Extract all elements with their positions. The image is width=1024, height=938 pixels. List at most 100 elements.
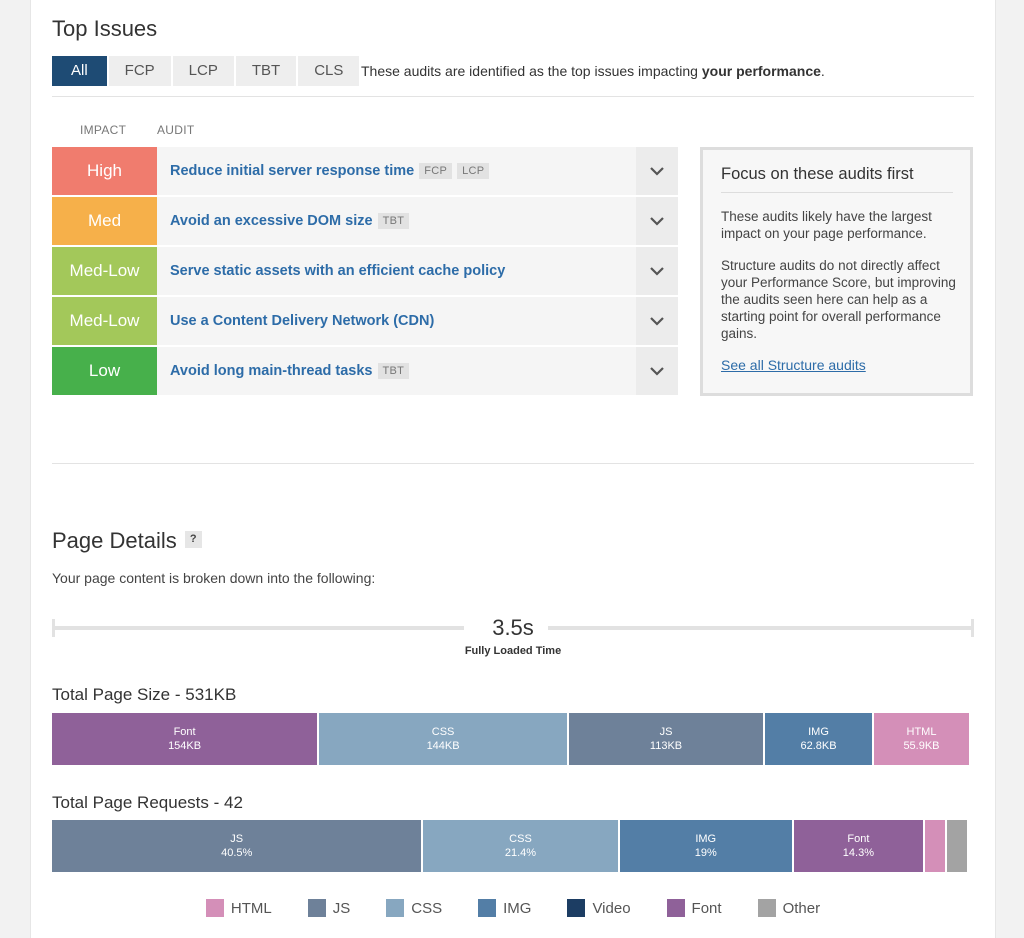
segment-value: 154KB xyxy=(168,740,202,752)
legend-item-video: Video xyxy=(567,899,631,917)
help-icon[interactable]: ? xyxy=(184,530,202,548)
focus-paragraph-1: These audits likely have the largest imp… xyxy=(721,209,932,241)
audit-row[interactable]: Med Avoid an excessive DOM size TBT xyxy=(52,197,678,245)
impact-badge: Low xyxy=(52,347,157,395)
legend-swatch xyxy=(205,899,224,917)
tab-all[interactable]: All xyxy=(52,56,107,86)
segment-label: Font xyxy=(847,833,870,845)
impact-badge: Med-Low xyxy=(52,297,157,345)
page-details-subtitle: Your page content is broken down into th… xyxy=(52,570,376,586)
segment-value: 21.4% xyxy=(504,847,537,859)
audit-title-text: Serve static assets with an efficient ca… xyxy=(170,263,506,279)
tab-tbt[interactable]: TBT xyxy=(235,56,297,86)
legend-label: IMG xyxy=(503,899,532,917)
legend-item-html: HTML xyxy=(205,899,272,917)
legend-swatch xyxy=(666,899,685,917)
divider xyxy=(52,96,974,97)
page-size-bar: Font 154KB CSS 144KB JS 113KB IMG 62.8KB HTML 55.… xyxy=(52,713,971,765)
page-details-title-text: Page Details xyxy=(52,528,177,553)
fully-loaded-label: Fully Loaded Time xyxy=(464,645,562,657)
audit-row[interactable]: High Reduce initial server response time F… xyxy=(52,147,678,195)
metric-tag: FCP xyxy=(419,163,453,179)
audit-row[interactable]: Med-Low Use a Content Delivery Network (C… xyxy=(52,297,678,345)
legend-label: Other xyxy=(782,899,821,917)
report-card: Top Issues All FCP LCP TBT CLS These audits … xyxy=(30,0,996,938)
segment-label: CSS xyxy=(431,726,455,738)
legend-item-other: Other xyxy=(757,899,821,917)
audit-title[interactable]: Use a Content Delivery Network (CDN) xyxy=(157,297,636,345)
bar-segment-font[interactable]: Font 154KB xyxy=(52,713,320,765)
legend-item-js: JS xyxy=(307,899,351,917)
top-issues-title: Top Issues xyxy=(52,16,158,41)
segment-value: 40.5% xyxy=(221,847,253,859)
audit-title-text: Avoid an excessive DOM size xyxy=(170,213,373,229)
bar-segment-font[interactable]: Font 14.3% xyxy=(793,820,925,872)
segment-label: IMG xyxy=(808,726,829,738)
bar-segment-css[interactable]: CSS 144KB xyxy=(319,713,569,765)
audit-title[interactable]: Avoid an excessive DOM size TBT xyxy=(157,197,636,245)
chevron-down-icon[interactable] xyxy=(636,197,678,245)
metric-tabs: All FCP LCP TBT CLS xyxy=(52,56,361,86)
chevron-down-icon[interactable] xyxy=(636,247,678,295)
fully-loaded-timeline: 3.5s xyxy=(52,615,974,641)
bar-segment-img[interactable]: IMG 62.8KB xyxy=(765,713,874,765)
audit-title-text: Use a Content Delivery Network (CDN) xyxy=(170,313,435,329)
tab-cls[interactable]: CLS xyxy=(298,56,360,86)
description-bold: your performance xyxy=(701,63,821,79)
bar-segment-html[interactable] xyxy=(924,820,947,872)
segment-label: HTML xyxy=(906,726,937,738)
segment-value: 113KB xyxy=(649,740,683,752)
bar-segment-html[interactable]: HTML 55.9KB xyxy=(874,713,971,765)
page-requests-title: Total Page Requests - 42 xyxy=(52,793,243,812)
segment-label: CSS xyxy=(509,833,532,845)
legend-label: JS xyxy=(332,899,351,917)
audit-title[interactable]: Serve static assets with an efficient ca… xyxy=(157,247,636,295)
legend-label: HTML xyxy=(230,899,272,917)
chevron-down-icon[interactable] xyxy=(636,147,678,195)
impact-badge: Med xyxy=(52,197,157,245)
segment-value: 19% xyxy=(694,847,717,859)
metric-tag: LCP xyxy=(457,163,490,179)
impact-badge: High xyxy=(52,147,157,195)
audit-row[interactable]: Low Avoid long main-thread tasks TBT xyxy=(52,347,678,395)
audit-title[interactable]: Reduce initial server response time FCP LC… xyxy=(157,147,636,195)
segment-value: 55.9KB xyxy=(903,740,940,752)
legend-item-img: IMG xyxy=(478,899,531,917)
bar-segment-js[interactable]: JS 40.5% xyxy=(52,820,424,872)
segment-value: 62.8KB xyxy=(800,740,837,752)
audit-row[interactable]: Med-Low Serve static assets with an effic… xyxy=(52,247,678,295)
focus-paragraph-2: Structure audits do not directly affect … xyxy=(721,258,956,341)
segment-label: JS xyxy=(230,833,244,845)
audit-column-header: AUDIT xyxy=(157,123,195,137)
segment-label: IMG xyxy=(695,833,717,845)
segment-label: JS xyxy=(659,726,673,738)
segment-value: 144KB xyxy=(426,740,460,752)
tab-lcp[interactable]: LCP xyxy=(172,56,234,86)
audit-list: High Reduce initial server response time F… xyxy=(52,147,678,397)
legend-label: CSS xyxy=(411,899,443,917)
see-structure-audits-link[interactable]: See all Structure audits xyxy=(721,357,866,373)
chevron-down-icon[interactable] xyxy=(636,297,678,345)
content-type-legend: HTML JS CSS IMG Video Font Other xyxy=(31,899,995,917)
tabs-description: These audits are identified as the top i… xyxy=(361,63,825,79)
fully-loaded-value: 3.5s xyxy=(492,615,534,640)
legend-swatch xyxy=(307,899,326,917)
legend-label: Video xyxy=(592,899,631,917)
legend-item-font: Font xyxy=(666,899,722,917)
impact-column-header: IMPACT xyxy=(80,123,127,137)
chevron-down-icon[interactable] xyxy=(636,347,678,395)
tab-fcp[interactable]: FCP xyxy=(108,56,171,86)
bar-segment-js[interactable]: JS 113KB xyxy=(569,713,766,765)
audit-title-text: Reduce initial server response time xyxy=(170,163,415,179)
description-text: These audits are identified as the top i… xyxy=(361,63,702,79)
bar-segment-img[interactable]: IMG 19% xyxy=(619,820,794,872)
page-requests-bar: JS 40.5% CSS 21.4% IMG 19% Font 14.3% xyxy=(52,820,969,872)
audit-title-text: Avoid long main-thread tasks xyxy=(170,363,373,379)
bar-segment-css[interactable]: CSS 21.4% xyxy=(423,820,620,872)
legend-item-css: CSS xyxy=(386,899,442,917)
bar-segment-other[interactable] xyxy=(946,820,969,872)
segment-label: Font xyxy=(173,726,196,738)
audit-title[interactable]: Avoid long main-thread tasks TBT xyxy=(157,347,636,395)
legend-swatch xyxy=(386,899,405,917)
section-divider xyxy=(52,463,974,464)
